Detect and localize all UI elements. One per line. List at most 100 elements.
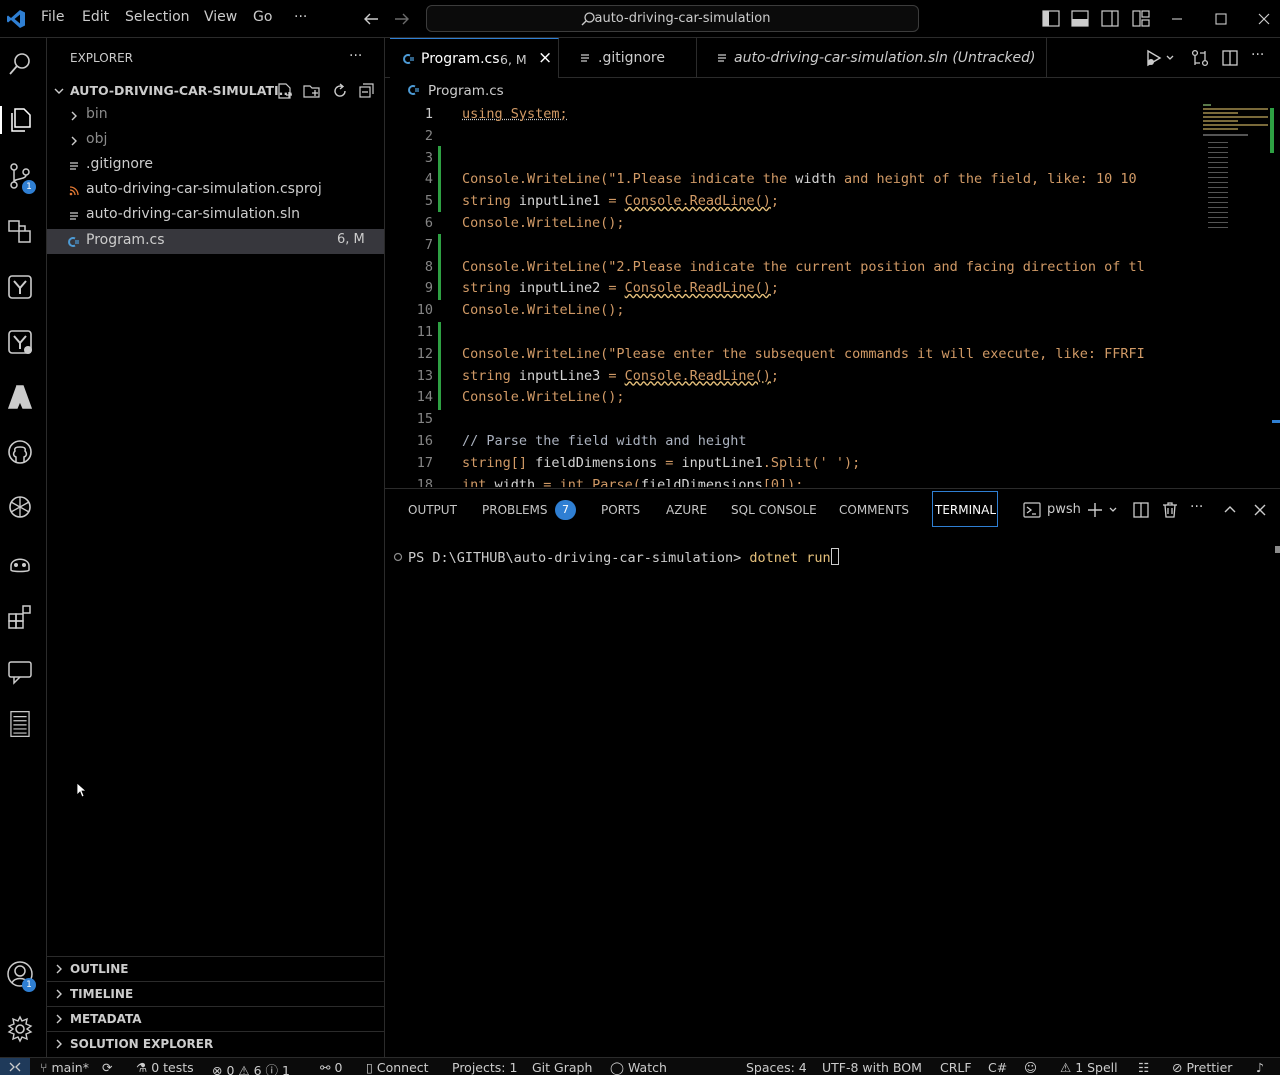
status-copilot-icon[interactable]: ☺ (1024, 1060, 1037, 1075)
code-line[interactable]: 17 string[] fieldDimensions = inputLine1.… (385, 453, 1205, 475)
section-solution-explorer[interactable]: SOLUTION EXPLORER (47, 1031, 384, 1056)
copilot-icon[interactable] (6, 548, 34, 576)
minimize-icon[interactable] (1170, 12, 1184, 26)
terminal[interactable]: PS D:\GITHUB\auto-driving-car-simulation… (385, 528, 1280, 1057)
status-language[interactable]: C# (988, 1060, 1007, 1075)
trash-icon[interactable] (1161, 501, 1179, 519)
panel-tab-sql-console[interactable]: SQL CONSOLE (731, 503, 817, 517)
split-editor-icon[interactable] (1221, 49, 1239, 67)
run-debug-icon[interactable] (1145, 49, 1175, 67)
vscode-logo-icon[interactable] (6, 9, 26, 29)
code-editor[interactable]: 1 using System; 2 3 4 Console.WriteLine("1.Pl… (385, 102, 1280, 487)
status-branch[interactable]: ⑂ main* (40, 1060, 89, 1075)
maximize-panel-icon[interactable] (1222, 502, 1238, 518)
section-metadata[interactable]: METADATA (47, 1006, 384, 1031)
status-indentation[interactable]: Spaces: 4 (746, 1060, 807, 1075)
toggle-panel-icon[interactable] (1071, 10, 1089, 27)
new-file-icon[interactable] (276, 82, 294, 100)
status-git-graph[interactable]: Git Graph (532, 1060, 592, 1075)
status-eol[interactable]: CRLF (940, 1060, 972, 1075)
tab-solution-file[interactable]: auto-driving-car-simulation.sln (Untrack… (697, 38, 1047, 78)
code-line[interactable]: 6 Console.WriteLine(); (385, 213, 1205, 235)
code-line[interactable]: 2 (385, 126, 1205, 148)
code-line[interactable]: 4 Console.WriteLine("1.Please indicate th… (385, 169, 1205, 191)
code-line[interactable]: 18 int width = int.Parse(fieldDimensions[… (385, 475, 1205, 487)
forward-arrow-icon[interactable] (393, 11, 411, 27)
code-line[interactable]: 9 string inputLine2 = Console.ReadLine(); (385, 278, 1205, 300)
close-window-icon[interactable] (1257, 12, 1271, 26)
code-line[interactable]: 10 Console.WriteLine(); (385, 300, 1205, 322)
status-feedback-icon[interactable]: ☷ (1138, 1060, 1149, 1075)
code-line[interactable]: 15 (385, 409, 1205, 431)
status-encoding[interactable]: UTF-8 with BOM (822, 1060, 922, 1075)
explorer-files-icon[interactable] (6, 106, 34, 134)
test-explorer-icon[interactable] (6, 328, 34, 356)
status-ports[interactable]: ⚯ 0 (320, 1060, 342, 1075)
azure-icon[interactable] (6, 383, 34, 411)
customize-layout-icon[interactable] (1132, 10, 1150, 27)
explorer-more-button[interactable]: ··· (349, 48, 362, 64)
tree-item-program-cs[interactable]: Program.cs 6, M (47, 229, 384, 254)
extensions-icon[interactable] (6, 603, 34, 631)
tab-gitignore[interactable]: .gitignore (559, 38, 697, 78)
status-spell[interactable]: ⚠ 1 Spell (1060, 1060, 1118, 1075)
menu-more[interactable]: ··· (294, 9, 307, 25)
remote-explorer-icon[interactable] (6, 218, 34, 246)
status-prettier[interactable]: ⊘ Prettier (1172, 1060, 1232, 1075)
back-arrow-icon[interactable] (362, 11, 380, 27)
status-sync-icon[interactable]: ⟳ (102, 1060, 112, 1075)
toggle-secondary-sidebar-icon[interactable] (1101, 10, 1119, 27)
code-line[interactable]: 14 Console.WriteLine(); (385, 387, 1205, 409)
search-icon[interactable] (6, 50, 34, 78)
tree-item-csproj[interactable]: auto-driving-car-simulation.csproj (47, 178, 384, 203)
status-watch[interactable]: ◯ Watch (610, 1060, 667, 1075)
panel-more-actions[interactable]: ··· (1190, 499, 1203, 515)
panel-tab-ports[interactable]: PORTS (601, 503, 640, 517)
tab-close-button[interactable]: × (538, 48, 552, 68)
code-line[interactable]: 13 string inputLine3 = Console.ReadLine()… (385, 366, 1205, 388)
menu-selection[interactable]: Selection (125, 9, 190, 25)
panel-tab-azure[interactable]: AZURE (666, 503, 707, 517)
section-timeline[interactable]: TIMELINE (47, 981, 384, 1006)
panel-tab-terminal-frame[interactable]: TERMINAL (932, 491, 998, 527)
gear-icon[interactable] (6, 1015, 34, 1043)
close-panel-icon[interactable] (1252, 502, 1268, 518)
chatgpt-icon[interactable] (6, 493, 34, 521)
menu-file[interactable]: File (41, 9, 64, 25)
menu-edit[interactable]: Edit (82, 9, 109, 25)
collapse-all-icon[interactable] (358, 82, 376, 100)
tree-item-sln[interactable]: auto-driving-car-simulation.sln (47, 203, 384, 228)
code-line[interactable]: 3 (385, 148, 1205, 170)
panel-tab-comments[interactable]: COMMENTS (839, 503, 909, 517)
remote-indicator[interactable] (0, 1058, 30, 1075)
terminal-shell-name[interactable]: pwsh (1047, 502, 1081, 517)
open-changes-icon[interactable] (1191, 49, 1209, 67)
status-notifications-icon[interactable]: ♪ (1256, 1060, 1264, 1075)
code-line[interactable]: 12 Console.WriteLine("Please enter the su… (385, 344, 1205, 366)
panel-tab-problems[interactable]: PROBLEMS (482, 503, 548, 517)
testing-flask-icon[interactable] (6, 273, 34, 301)
terminal-shell-icon[interactable] (1023, 501, 1041, 519)
code-line[interactable]: 8 Console.WriteLine("2.Please indicate th… (385, 257, 1205, 279)
new-terminal-icon[interactable] (1087, 501, 1121, 519)
code-line[interactable]: 7 (385, 235, 1205, 257)
code-line[interactable]: 11 (385, 322, 1205, 344)
code-line[interactable]: 5 string inputLine1 = Console.ReadLine(); (385, 191, 1205, 213)
status-connect[interactable]: ▯ Connect (366, 1060, 429, 1075)
minimap[interactable] (1200, 102, 1280, 252)
tree-item-gitignore[interactable]: .gitignore (47, 153, 384, 178)
panel-tab-terminal[interactable]: TERMINAL (935, 503, 996, 517)
status-problems[interactable]: ⊗ 0 ⚠ 6 ⓘ 1 (212, 1060, 290, 1075)
toggle-primary-sidebar-icon[interactable] (1042, 10, 1060, 27)
split-terminal-icon[interactable] (1132, 501, 1150, 519)
editor-more-actions[interactable]: ··· (1251, 47, 1264, 63)
maximize-icon[interactable] (1214, 12, 1228, 26)
explorer-root-folder[interactable]: AUTO-DRIVING-CAR-SIMULATI... (47, 78, 384, 103)
terminal-panel-icon[interactable] (6, 710, 34, 738)
menu-go[interactable]: Go (253, 9, 272, 25)
new-folder-icon[interactable] (303, 82, 321, 100)
status-tests[interactable]: ⚗ 0 tests (136, 1060, 194, 1075)
code-line[interactable]: 16 // Parse the field width and height (385, 431, 1205, 453)
tree-item-bin[interactable]: bin (47, 103, 384, 128)
tab-program-cs[interactable]: Program.cs 6, M × (390, 38, 559, 78)
